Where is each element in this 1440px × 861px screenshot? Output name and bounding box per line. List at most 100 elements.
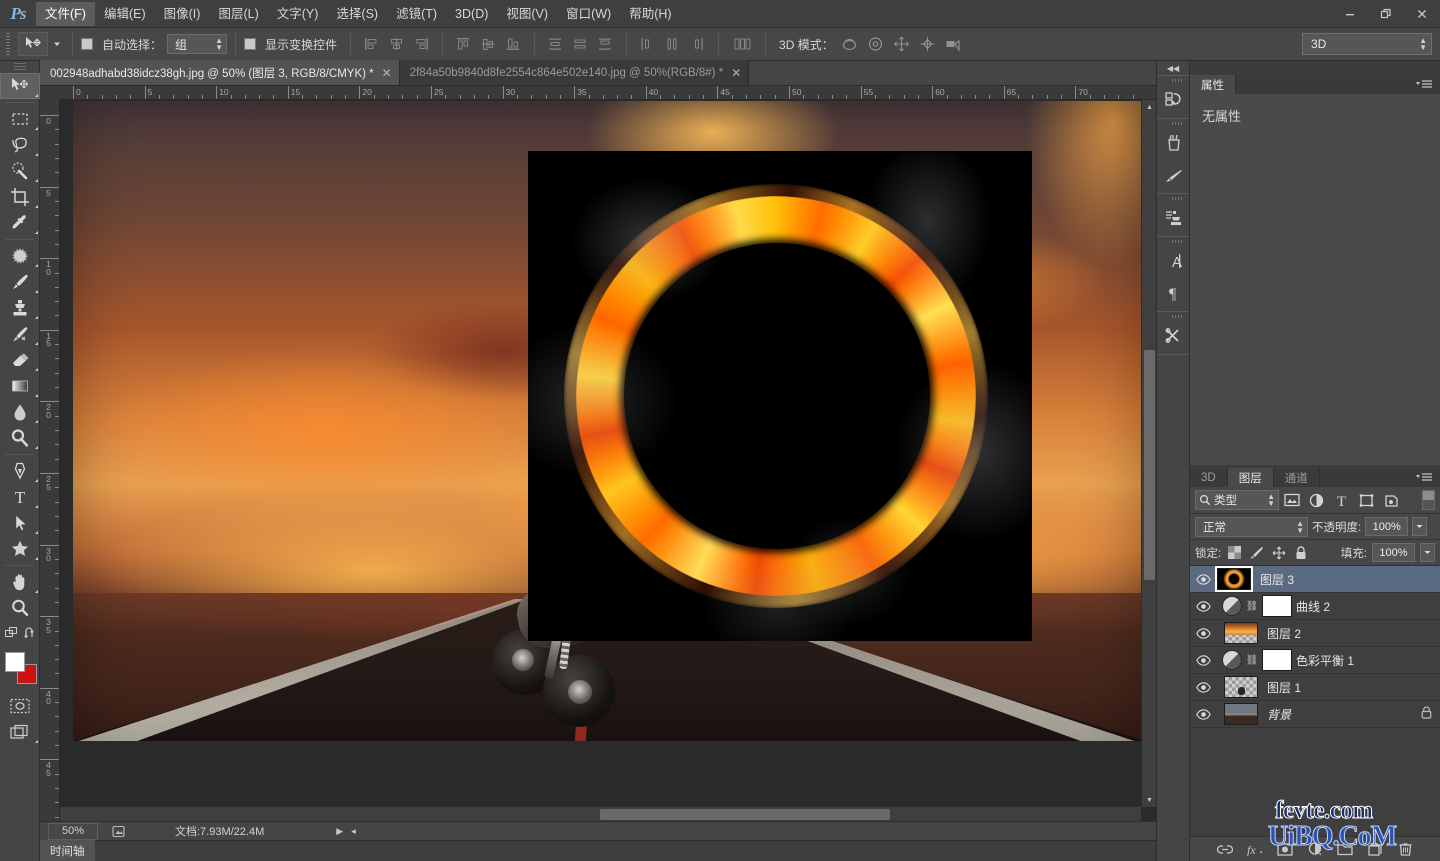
tool-horizontal-type[interactable]: T: [0, 484, 40, 510]
layer-style-icon[interactable]: fx: [1246, 840, 1264, 858]
distribute-vertical-centers-button[interactable]: [568, 33, 593, 55]
new-group-icon[interactable]: [1336, 840, 1354, 858]
layer-thumbnail[interactable]: [1224, 622, 1258, 644]
dock-grip[interactable]: [1164, 119, 1182, 127]
adjustment-filter-icon[interactable]: [1304, 490, 1329, 510]
document-canvas[interactable]: [73, 101, 1145, 741]
menu-help[interactable]: 帮助(H): [620, 2, 680, 26]
auto-align-layers-button[interactable]: [727, 33, 757, 55]
delete-layer-icon[interactable]: [1396, 840, 1414, 858]
current-tool-button[interactable]: [18, 32, 48, 56]
align-bottom-edges-button[interactable]: [501, 33, 526, 55]
menu-image[interactable]: 图像(I): [155, 2, 210, 26]
layer-thumbnail[interactable]: [1224, 703, 1258, 725]
tab-3d[interactable]: 3D: [1190, 468, 1228, 487]
menu-select[interactable]: 选择(S): [327, 2, 387, 26]
tool-presets-icon[interactable]: [1157, 320, 1191, 352]
tool-preset-dropdown[interactable]: [50, 33, 64, 55]
foreground-color-swatch[interactable]: [5, 652, 25, 672]
options-bar-grip[interactable]: [4, 33, 14, 55]
tool-pen[interactable]: [0, 458, 40, 484]
dock-grip[interactable]: [1164, 237, 1182, 245]
document-tab-0[interactable]: 002948adhabd38idcz38gh.jpg @ 50% (图层 3, …: [40, 60, 400, 85]
add-layer-mask-icon[interactable]: [1276, 840, 1294, 858]
tool-gradient[interactable]: [0, 373, 40, 399]
dock-grip[interactable]: [1164, 194, 1182, 202]
tool-move[interactable]: [0, 73, 40, 99]
status-menu-arrow[interactable]: ▶: [336, 826, 343, 837]
workspace-dropdown[interactable]: 3D ▲ ▼: [1302, 33, 1432, 55]
opacity-input[interactable]: 100%: [1365, 517, 1409, 536]
close-icon[interactable]: ✕: [731, 66, 741, 80]
tool-spot-healing-brush[interactable]: [0, 243, 40, 269]
tool-brush[interactable]: [0, 269, 40, 295]
tab-channels[interactable]: 通道: [1273, 468, 1320, 487]
layer-row-5[interactable]: 背景: [1190, 701, 1440, 728]
show-transform-checkbox[interactable]: [244, 38, 257, 50]
menu-edit[interactable]: 编辑(E): [95, 2, 155, 26]
lock-position-button[interactable]: [1270, 544, 1287, 562]
character-panel-icon[interactable]: A: [1157, 245, 1191, 277]
tool-history-brush[interactable]: [0, 321, 40, 347]
tab-layers[interactable]: 图层: [1227, 468, 1274, 487]
layer-name[interactable]: 图层 2: [1263, 625, 1301, 642]
slide-3d-object-button[interactable]: [917, 33, 939, 55]
distribute-horizontal-centers-button[interactable]: [660, 33, 685, 55]
layer-visibility-toggle[interactable]: [1190, 654, 1216, 666]
distribute-top-edges-button[interactable]: [543, 33, 568, 55]
layer-mask-thumbnail[interactable]: [1262, 595, 1292, 617]
canvas-area[interactable]: 0 5 10 15 20 25 30 35 40 45 50 55 60 65 70 0 5 10 15 20 25 3…: [40, 86, 1156, 821]
vertical-scroll-thumb[interactable]: [1144, 350, 1155, 580]
vertical-ruler[interactable]: 0 5 10 15 20 25 30 35 40 45: [40, 100, 60, 821]
swap-colors-button[interactable]: [22, 626, 40, 640]
canvas-vertical-scrollbar[interactable]: ▲ ▼: [1141, 100, 1156, 807]
align-left-edges-button[interactable]: [359, 33, 384, 55]
menu-type[interactable]: 文字(Y): [268, 2, 328, 26]
toolbox-grip[interactable]: [0, 61, 39, 73]
tool-clone-stamp[interactable]: [0, 295, 40, 321]
tool-blur[interactable]: [0, 399, 40, 425]
horizontal-scroll-thumb[interactable]: [600, 809, 890, 820]
lock-all-button[interactable]: [1292, 544, 1309, 562]
blend-mode-dropdown[interactable]: 正常 ▲ ▼: [1195, 516, 1308, 537]
adjustment-layer-thumbnail[interactable]: [1222, 650, 1242, 670]
panel-menu-icon[interactable]: [1408, 75, 1440, 94]
scroll-down-icon[interactable]: ▼: [1142, 793, 1156, 807]
layer-visibility-toggle[interactable]: [1190, 573, 1216, 585]
minimize-button[interactable]: [1332, 0, 1368, 28]
tab-timeline[interactable]: 时间轴: [40, 840, 95, 861]
tool-hand[interactable]: [0, 569, 40, 595]
restore-button[interactable]: [1368, 0, 1404, 28]
layer-visibility-toggle[interactable]: [1190, 627, 1216, 639]
pixel-filter-icon[interactable]: [1279, 490, 1304, 510]
placed-fire-ring-image[interactable]: [528, 151, 1032, 641]
menu-layer[interactable]: 图层(L): [209, 2, 267, 26]
tool-custom-shape[interactable]: [0, 536, 40, 562]
layer-name[interactable]: 图层 1: [1263, 679, 1301, 696]
layer-visibility-toggle[interactable]: [1190, 681, 1216, 693]
layer-row-2[interactable]: 图层 2: [1190, 620, 1440, 647]
dock-grip[interactable]: [1164, 76, 1182, 84]
menu-window[interactable]: 窗口(W): [557, 2, 620, 26]
layer-name[interactable]: 图层 3: [1256, 571, 1294, 588]
tool-eraser[interactable]: [0, 347, 40, 373]
distribute-right-edges-button[interactable]: [685, 33, 710, 55]
fill-slider-button[interactable]: [1420, 543, 1435, 562]
filter-toggle-icon[interactable]: [1422, 490, 1435, 510]
new-layer-icon[interactable]: [1366, 840, 1384, 858]
clone-source-icon[interactable]: [1157, 202, 1191, 234]
align-right-edges-button[interactable]: [409, 33, 434, 55]
layer-visibility-toggle[interactable]: [1190, 600, 1216, 612]
layer-row-0[interactable]: 图层 3: [1190, 566, 1440, 593]
align-top-edges-button[interactable]: [451, 33, 476, 55]
close-button[interactable]: [1404, 0, 1440, 28]
menu-file[interactable]: 文件(F): [36, 1, 95, 26]
quick-mask-button[interactable]: [0, 693, 40, 719]
screen-mode-button[interactable]: [0, 719, 40, 745]
auto-select-checkbox[interactable]: [81, 38, 93, 50]
layer-row-1[interactable]: ⛓ 曲线 2: [1190, 593, 1440, 620]
adjustment-layer-thumbnail[interactable]: [1222, 596, 1242, 616]
fill-input[interactable]: 100%: [1372, 543, 1415, 562]
align-horizontal-centers-button[interactable]: [384, 33, 409, 55]
layer-visibility-toggle[interactable]: [1190, 708, 1216, 720]
